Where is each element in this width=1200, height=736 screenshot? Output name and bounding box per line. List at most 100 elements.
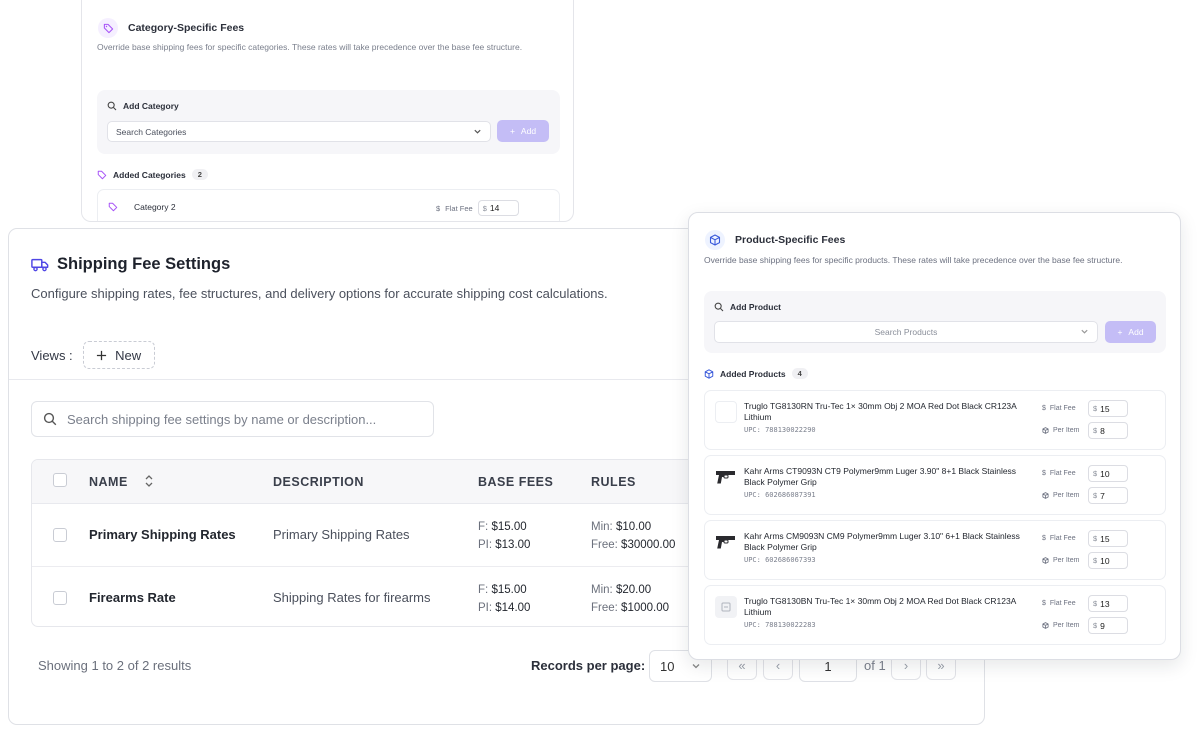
views-bar: Views : New (31, 341, 155, 369)
row-description: Primary Shipping Rates (273, 527, 410, 542)
tag-icon (98, 18, 118, 38)
product-upc: UPC: 788130022290 (744, 426, 816, 434)
product-per-item-fee: Per Item $8 (1042, 422, 1128, 439)
flat-fee-input[interactable]: $13 (1088, 595, 1128, 612)
product-select-placeholder: Search Products (874, 327, 938, 337)
category-fees-title: Category-Specific Fees (128, 22, 245, 34)
flat-fee-value: $15.00 (491, 521, 527, 533)
category-select[interactable]: Search Categories (107, 121, 491, 142)
search-placeholder: Search shipping fee settings by name or … (67, 411, 377, 427)
flat-fee-value: 15 (1100, 533, 1110, 544)
category-fees-card: Category-Specific Fees Override base shi… (81, 0, 574, 222)
per-item-value: 9 (1100, 620, 1105, 631)
product-upc: UPC: 602686087391 (744, 491, 816, 499)
product-name: Kahr Arms CM9093N CM9 Polymer9mm Luger 3… (744, 531, 1020, 552)
flat-fee-label: Flat Fee (1049, 405, 1076, 412)
row-checkbox[interactable] (53, 528, 67, 542)
product-flat-fee: $ Flat Fee $10 (1042, 465, 1128, 482)
category-row: Category 2 $ Flat Fee $ 14 (97, 189, 560, 221)
flat-fee-value: 10 (1100, 468, 1110, 479)
per-item-value: 7 (1100, 490, 1105, 501)
row-base-fees: F: $15.00 PI: $14.00 (478, 581, 530, 617)
results-summary: Showing 1 to 2 of 2 results (38, 658, 192, 673)
column-header-name[interactable]: NAME (89, 475, 128, 489)
shipping-fee-table: NAME DESCRIPTION BASE FEES RULES Primary… (31, 459, 731, 627)
views-label: Views : (31, 347, 73, 363)
add-category-button[interactable]: + Add (497, 120, 549, 142)
per-item-value: $14.00 (495, 602, 531, 614)
column-header-description[interactable]: DESCRIPTION (273, 475, 364, 489)
category-select-placeholder: Search Categories (116, 126, 187, 137)
currency-symbol: $ (1093, 599, 1098, 608)
added-categories-label: Added Categories (113, 169, 186, 180)
add-category-label: Add Category (123, 101, 179, 111)
product-select[interactable]: Search Products (714, 321, 1098, 343)
select-all-checkbox[interactable] (53, 473, 67, 487)
flat-fee-value: 14 (489, 203, 500, 213)
per-item-key: PI: (478, 539, 493, 551)
product-name: Truglo TG8130RN Tru-Tec 1× 30mm Obj 2 MO… (744, 401, 1017, 422)
product-fees-header: Product-Specific Fees (705, 230, 845, 250)
new-view-button[interactable]: New (82, 341, 155, 369)
sort-icon[interactable] (144, 474, 154, 488)
added-categories-header: Added Categories 2 (97, 169, 208, 180)
per-item-label: Per Item (1053, 427, 1080, 434)
free-key: Free: (591, 602, 618, 614)
column-header-base-fees[interactable]: BASE FEES (478, 475, 553, 489)
row-name[interactable]: Primary Shipping Rates (89, 527, 236, 542)
currency-symbol: $ (1093, 621, 1098, 630)
box-icon (1042, 427, 1049, 434)
row-name[interactable]: Firearms Rate (89, 590, 176, 605)
per-item-input[interactable]: $9 (1088, 617, 1128, 634)
flat-fee-key: F: (478, 584, 489, 596)
flat-fee-value: $15.00 (491, 584, 527, 596)
product-row: Kahr Arms CM9093N CM9 Polymer9mm Luger 3… (704, 520, 1166, 580)
category-name: Category 2 (134, 202, 176, 212)
flat-fee-label: Flat Fee (1049, 535, 1076, 542)
per-item-input[interactable]: $10 (1088, 552, 1128, 569)
table-row[interactable]: Firearms Rate Shipping Rates for firearm… (32, 566, 730, 626)
min-value: $10.00 (615, 521, 652, 533)
tag-icon (108, 202, 118, 212)
page-title: Shipping Fee Settings (31, 255, 230, 274)
currency-symbol: $ (1093, 426, 1098, 435)
add-product-button[interactable]: + Add (1105, 321, 1156, 343)
flat-fee-label: Flat Fee (445, 203, 473, 213)
search-icon (107, 101, 117, 111)
row-checkbox[interactable] (53, 591, 67, 605)
box-icon (1042, 492, 1049, 499)
new-view-button-label: New (115, 347, 142, 363)
product-per-item-fee: Per Item $10 (1042, 552, 1128, 569)
per-item-label: Per Item (1053, 557, 1080, 564)
min-value: $20.00 (615, 584, 652, 596)
box-icon (704, 368, 714, 379)
per-item-value: 8 (1100, 425, 1105, 436)
table-row[interactable]: Primary Shipping Rates Primary Shipping … (32, 504, 730, 566)
per-item-key: PI: (478, 602, 493, 614)
plus-icon: + (509, 126, 515, 136)
page-count: of 1 (864, 658, 886, 673)
added-products-label: Added Products (720, 368, 786, 379)
per-item-input[interactable]: $8 (1088, 422, 1128, 439)
flat-fee-input[interactable]: $15 (1088, 530, 1128, 547)
flat-fee-input[interactable]: $15 (1088, 400, 1128, 417)
dollar-icon: $ (1042, 535, 1046, 542)
added-categories-count: 2 (191, 169, 208, 180)
product-upc: UPC: 602686067393 (744, 556, 816, 564)
category-fees-header: Category-Specific Fees (98, 18, 244, 38)
pistol-icon (715, 531, 737, 553)
search-input[interactable]: Search shipping fee settings by name or … (31, 401, 434, 437)
product-name: Kahr Arms CT9093N CT9 Polymer9mm Luger 3… (744, 466, 1017, 487)
per-item-input[interactable]: $7 (1088, 487, 1128, 504)
product-fees-description: Override base shipping fees for specific… (704, 255, 1123, 265)
category-flat-fee-input[interactable]: $ 14 (477, 200, 519, 216)
product-per-item-fee: Per Item $7 (1042, 487, 1128, 504)
product-name: Truglo TG8130BN Tru-Tec 1× 30mm Obj 2 MO… (744, 596, 1016, 617)
column-header-rules[interactable]: RULES (591, 475, 636, 489)
per-item-value: $13.00 (495, 539, 531, 551)
product-row: Truglo TG8130RN Tru-Tec 1× 30mm Obj 2 MO… (704, 390, 1166, 450)
per-item-value: 10 (1100, 555, 1110, 566)
tag-icon (97, 170, 107, 180)
image-placeholder-icon (715, 596, 737, 618)
flat-fee-input[interactable]: $10 (1088, 465, 1128, 482)
